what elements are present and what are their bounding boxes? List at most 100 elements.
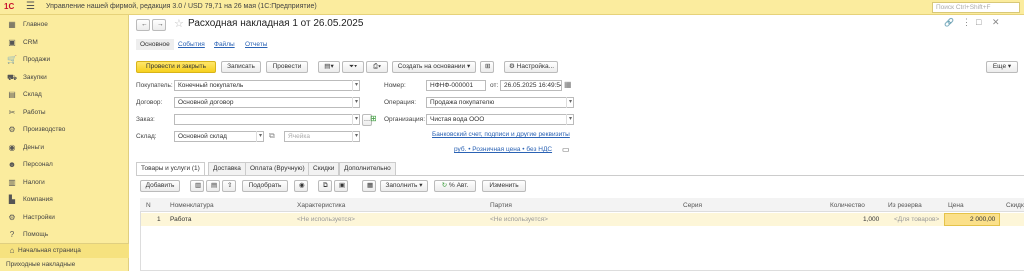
- forward-button[interactable]: →: [152, 19, 166, 31]
- add-button[interactable]: Добавить: [140, 180, 180, 192]
- tab-goods[interactable]: Товары и услуги (1): [136, 162, 205, 175]
- sidebar-item-label: CRM: [23, 38, 38, 46]
- back-button[interactable]: ←: [136, 19, 150, 31]
- chevron-down-icon[interactable]: ▾: [352, 114, 360, 125]
- number-field[interactable]: НФНФ-000001: [426, 80, 486, 91]
- tab-additional[interactable]: Дополнительно: [339, 162, 396, 175]
- subtab-reports[interactable]: Отчеты: [245, 41, 267, 48]
- table-row[interactable]: [141, 213, 1024, 226]
- organization-icon: ⊞: [370, 114, 377, 123]
- table-icon-button[interactable]: ▦: [362, 180, 376, 192]
- star-icon[interactable]: ☆: [174, 17, 184, 30]
- change-button[interactable]: Изменить: [482, 180, 526, 192]
- sidebar-item-12[interactable]: ? Помощь: [0, 227, 129, 244]
- close-icon[interactable]: ✕: [992, 17, 1000, 28]
- copy-icon[interactable]: ⧉: [269, 131, 275, 141]
- row-price[interactable]: 2 000,00: [970, 216, 995, 223]
- sidebar-item-3[interactable]: ⛟ Закупки: [0, 70, 129, 87]
- column-header-characteristic[interactable]: Характеристика: [297, 202, 345, 209]
- bank-details-link[interactable]: Банковский счет, подписи и другие реквиз…: [432, 131, 570, 138]
- chevron-down-icon[interactable]: ▾: [352, 80, 360, 91]
- row-item[interactable]: Работа: [170, 216, 191, 223]
- post-button[interactable]: Провести: [266, 61, 308, 73]
- row-batch[interactable]: <Не используется>: [490, 216, 548, 223]
- chevron-down-icon[interactable]: ▾: [352, 131, 360, 142]
- view-button[interactable]: ◉: [294, 180, 308, 192]
- sidebar-item-2[interactable]: 🛒 Продажи: [0, 52, 129, 69]
- column-header-price[interactable]: Цена: [948, 202, 964, 209]
- import-button[interactable]: ▤: [206, 180, 220, 192]
- column-header-series[interactable]: Серия: [683, 202, 702, 209]
- organization-field[interactable]: Чистая вода ООО: [426, 114, 574, 125]
- document-title: Расходная накладная 1 от 26.05.2025: [188, 18, 364, 29]
- sidebar-item-7[interactable]: ◉ Деньги: [0, 140, 129, 157]
- copy-button[interactable]: ⧉: [318, 180, 332, 192]
- filter-button[interactable]: ⏷▾: [342, 61, 364, 73]
- fill-button[interactable]: Заполнить ▾: [380, 180, 428, 192]
- sidebar-item-0[interactable]: ▦ Главное: [0, 17, 129, 34]
- global-search-input[interactable]: Поиск Ctrl+Shift+F: [932, 2, 1020, 13]
- home-grid-icon: ▦: [8, 20, 16, 29]
- create-based-on-label: Создать на основании: [397, 63, 466, 70]
- post-and-close-button[interactable]: Провести и закрыть: [136, 61, 216, 73]
- row-characteristic[interactable]: <Не используется>: [297, 216, 355, 223]
- save-button[interactable]: Записать: [221, 61, 261, 73]
- sidebar-item-4[interactable]: ▤ Склад: [0, 87, 129, 104]
- operation-field[interactable]: Продажа покупателю: [426, 97, 574, 108]
- warehouse-field[interactable]: Основной склад: [174, 131, 264, 142]
- barcode-button[interactable]: ▥: [190, 180, 204, 192]
- column-header-reserve[interactable]: Из резерва: [888, 202, 922, 209]
- column-header-item[interactable]: Номенклатура: [170, 202, 214, 209]
- pick-button[interactable]: Подобрать: [242, 180, 288, 192]
- settings-button[interactable]: ⚙ Настройка...: [504, 61, 558, 73]
- paste-button[interactable]: ▣: [334, 180, 348, 192]
- column-header-batch[interactable]: Партия: [490, 202, 512, 209]
- cell-field[interactable]: Ячейка: [284, 131, 360, 142]
- maximize-icon[interactable]: □: [976, 17, 981, 27]
- auto-percent-button[interactable]: ↻ % Авт.: [434, 180, 476, 192]
- buyer-field[interactable]: Конечный покупатель: [174, 80, 360, 91]
- date-from-label: от:: [490, 82, 499, 89]
- subtab-events[interactable]: События: [178, 41, 205, 48]
- sidebar-item-label: Персонал: [23, 161, 53, 168]
- column-header-quantity[interactable]: Количество: [830, 202, 865, 209]
- price-settings-link[interactable]: руб. • Розничная цена • без НДС: [454, 146, 552, 153]
- sidebar-bottom-item-1[interactable]: Приходные накладные: [0, 258, 129, 272]
- print-forms-button[interactable]: ▤▾: [318, 61, 340, 73]
- subtab-files[interactable]: Файлы: [214, 41, 235, 48]
- create-based-on-button[interactable]: Создать на основании ▾: [392, 61, 476, 73]
- subtab-main[interactable]: Основное: [136, 39, 174, 50]
- chevron-down-icon[interactable]: ▾: [566, 114, 574, 125]
- tab-payment[interactable]: Оплата (Вручную): [245, 162, 310, 175]
- print-button[interactable]: ⎙▾: [366, 61, 388, 73]
- column-header-discount[interactable]: Скидк: [1006, 202, 1024, 209]
- date-field[interactable]: 26.05.2025 16:49:54: [500, 80, 562, 91]
- more-icon[interactable]: ⋮: [962, 17, 971, 28]
- contract-field[interactable]: Основной договор: [174, 97, 360, 108]
- upload-button[interactable]: ⇧: [222, 180, 236, 192]
- calendar-icon[interactable]: ▦: [564, 80, 572, 89]
- sidebar-item-5[interactable]: ✂ Работы: [0, 105, 129, 122]
- row-quantity[interactable]: 1,000: [863, 216, 879, 223]
- tab-delivery[interactable]: Доставка: [208, 162, 246, 175]
- sidebar-item-8[interactable]: ☻ Персонал: [0, 157, 129, 174]
- keyboard-icon[interactable]: ▭: [562, 145, 570, 154]
- link-icon[interactable]: 🔗: [944, 18, 954, 27]
- sidebar-bottom-item-0[interactable]: ⌂ Начальная страница: [0, 244, 129, 258]
- row-reserve[interactable]: <Для товаров>: [894, 216, 939, 223]
- chevron-down-icon[interactable]: ▾: [256, 131, 264, 142]
- tab-discounts[interactable]: Скидки: [308, 162, 340, 175]
- sidebar-item-10[interactable]: ▙ Компания: [0, 192, 129, 209]
- column-header-n[interactable]: N: [146, 202, 151, 209]
- sidebar-item-11[interactable]: ⚙ Настройки: [0, 210, 129, 227]
- structure-button[interactable]: ⊞: [480, 61, 494, 73]
- chevron-down-icon[interactable]: ▾: [352, 97, 360, 108]
- sidebar-item-1[interactable]: ▣ CRM: [0, 35, 129, 52]
- main-menu-icon[interactable]: ☰: [26, 1, 35, 12]
- sidebar-item-label: Настройки: [23, 213, 55, 221]
- more-menu-button[interactable]: Еще ▾: [986, 61, 1018, 73]
- chevron-down-icon[interactable]: ▾: [566, 97, 574, 108]
- order-field[interactable]: [174, 114, 360, 125]
- sidebar-item-9[interactable]: ▥ Налоги: [0, 175, 129, 192]
- sidebar-item-6[interactable]: ⚙ Производство: [0, 122, 129, 139]
